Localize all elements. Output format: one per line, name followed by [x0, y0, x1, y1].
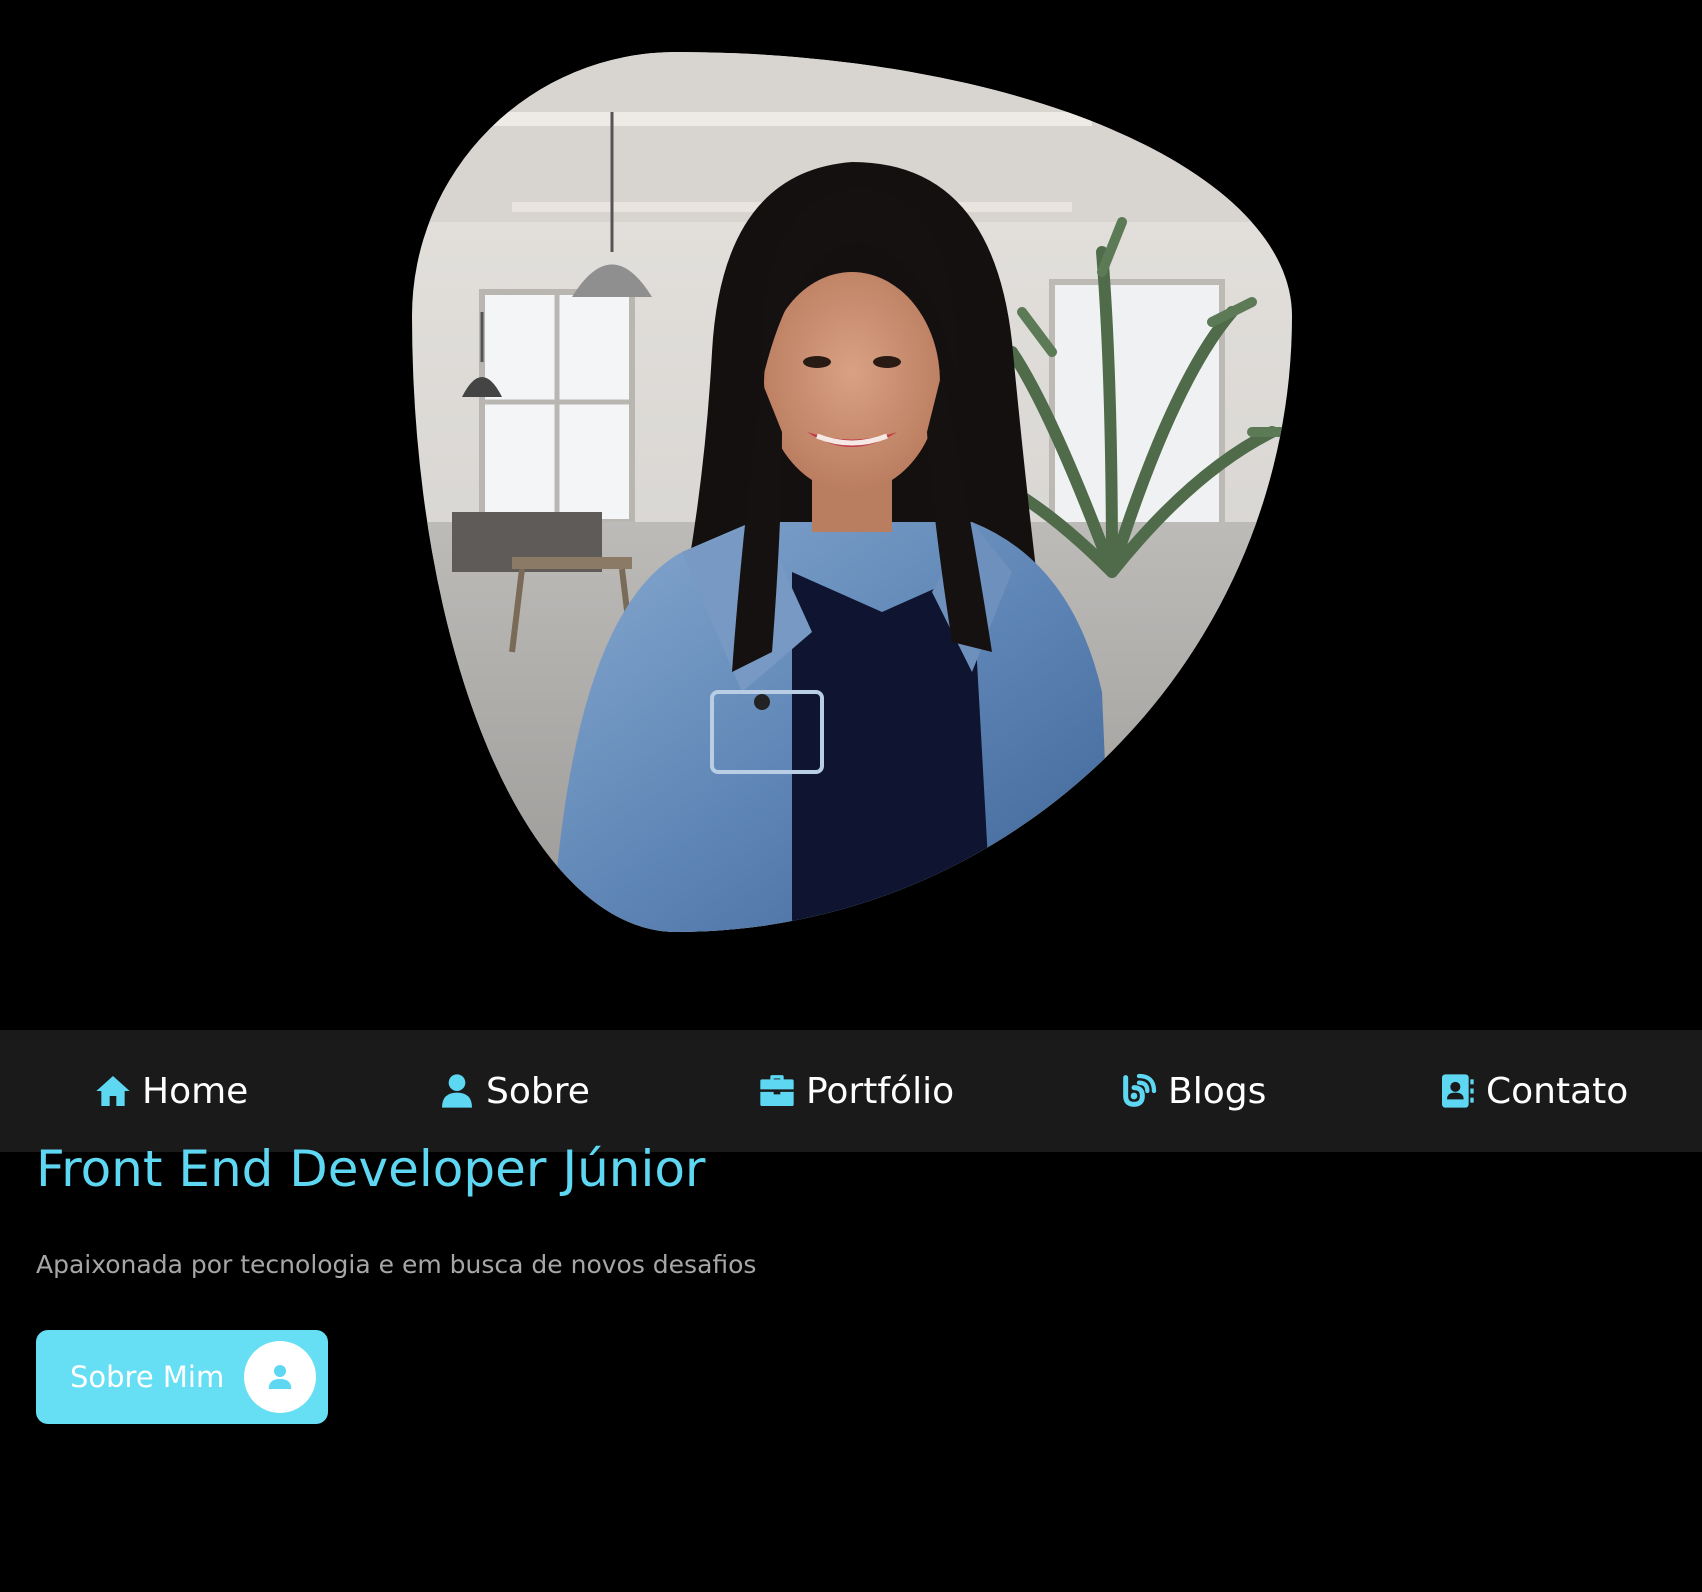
main-navigation: Home Sobre Portfólio Blogs Contato — [0, 1030, 1702, 1152]
nav-item-contato[interactable]: Contato — [1436, 1030, 1628, 1152]
about-me-button[interactable]: Sobre Mim — [36, 1330, 328, 1424]
nav-item-portfolio[interactable]: Portfólio — [756, 1030, 954, 1152]
briefcase-icon — [756, 1070, 798, 1112]
page: Home Sobre Portfólio Blogs Contato Front… — [0, 0, 1702, 1592]
nav-item-label: Sobre — [486, 1070, 590, 1112]
blog-icon — [1118, 1070, 1160, 1112]
user-icon — [436, 1070, 478, 1112]
profile-photo-illustration — [412, 52, 1292, 932]
nav-item-sobre[interactable]: Sobre — [436, 1030, 590, 1152]
contact-book-icon — [1436, 1070, 1478, 1112]
nav-item-home[interactable]: Home — [92, 1030, 248, 1152]
user-icon — [244, 1341, 316, 1413]
home-icon — [92, 1070, 134, 1112]
profile-photo — [412, 52, 1292, 932]
nav-item-label: Contato — [1486, 1070, 1629, 1112]
about-me-button-label: Sobre Mim — [70, 1360, 225, 1394]
nav-item-label: Blogs — [1168, 1070, 1267, 1112]
role-title: Front End Developer Júnior — [36, 1140, 706, 1198]
nav-item-label: Home — [142, 1070, 249, 1112]
nav-item-label: Portfólio — [806, 1070, 955, 1112]
nav-item-blogs[interactable]: Blogs — [1118, 1030, 1266, 1152]
tagline: Apaixonada por tecnologia e em busca de … — [36, 1250, 757, 1279]
